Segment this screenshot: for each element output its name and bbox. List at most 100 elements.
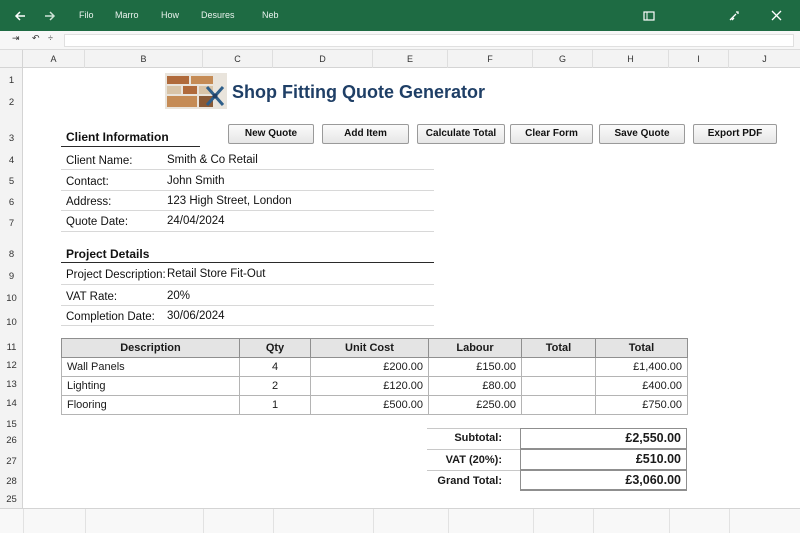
- cell-line-total[interactable]: £750.00: [595, 395, 688, 415]
- row-number[interactable]: 11: [0, 342, 23, 353]
- row-number[interactable]: 3: [0, 133, 23, 144]
- field-rule: [61, 305, 434, 306]
- grand-total-value[interactable]: £3,060.00: [520, 470, 687, 491]
- vat-value[interactable]: £510.00: [520, 449, 687, 470]
- select-all-corner[interactable]: [0, 50, 23, 68]
- address-value[interactable]: 123 High Street, London: [167, 195, 292, 207]
- new-quote-button[interactable]: New Quote: [228, 124, 314, 144]
- cell-line-total[interactable]: £1,400.00: [595, 357, 688, 377]
- cell-labour[interactable]: £250.00: [428, 395, 522, 415]
- cell-unit-cost[interactable]: £120.00: [310, 376, 429, 396]
- row-number[interactable]: 27: [0, 456, 23, 467]
- col-labour[interactable]: Labour: [428, 338, 522, 358]
- row-number[interactable]: 26: [0, 435, 23, 446]
- field-rule: [61, 169, 434, 170]
- clear-form-button[interactable]: Clear Form: [510, 124, 593, 144]
- row-number[interactable]: 10: [0, 317, 23, 328]
- col-total[interactable]: Total: [521, 338, 596, 358]
- subtotal-label: Subtotal:: [454, 432, 502, 444]
- row-number[interactable]: 6: [0, 197, 23, 208]
- menu-neb[interactable]: Neb: [262, 0, 279, 31]
- project-description-value[interactable]: Retail Store Fit-Out: [167, 268, 265, 280]
- restore-button[interactable]: [631, 0, 667, 31]
- row-number[interactable]: 2: [0, 97, 23, 108]
- cell-description[interactable]: Flooring: [61, 395, 240, 415]
- settings-icon: [729, 10, 739, 20]
- client-name-label: Client Name:: [66, 155, 133, 167]
- menu-file[interactable]: Filo: [79, 0, 94, 31]
- table-header-row: Description Qty Unit Cost Labour Total T…: [61, 338, 688, 358]
- column-a[interactable]: A: [23, 50, 85, 68]
- row-number[interactable]: 14: [0, 398, 23, 409]
- column-g[interactable]: G: [533, 50, 593, 68]
- close-button[interactable]: [758, 0, 794, 31]
- field-rule: [61, 231, 434, 232]
- column-c[interactable]: C: [203, 50, 273, 68]
- project-details-heading: Project Details: [66, 247, 150, 261]
- col-unit-cost[interactable]: Unit Cost: [310, 338, 429, 358]
- forward-button[interactable]: [36, 0, 64, 31]
- column-f[interactable]: F: [448, 50, 533, 68]
- col-total-2[interactable]: Total: [595, 338, 688, 358]
- row-number[interactable]: 12: [0, 360, 23, 371]
- cell-labour[interactable]: £150.00: [428, 357, 522, 377]
- project-description-label: Project Description:: [66, 269, 166, 281]
- grand-total-label: Grand Total:: [437, 475, 502, 487]
- vat-rate-label: VAT Rate:: [66, 291, 118, 303]
- formula-input[interactable]: [64, 34, 794, 47]
- cell-unit-cost[interactable]: £500.00: [310, 395, 429, 415]
- row-number[interactable]: 4: [0, 155, 23, 166]
- undo-glyph[interactable]: ↶: [32, 33, 40, 44]
- row-number[interactable]: 7: [0, 218, 23, 229]
- client-name-value[interactable]: Smith & Co Retail: [167, 154, 258, 166]
- cell-qty[interactable]: 2: [239, 376, 311, 396]
- row-number[interactable]: 9: [0, 271, 23, 282]
- back-button[interactable]: [6, 0, 34, 31]
- column-i[interactable]: I: [669, 50, 729, 68]
- column-h[interactable]: H: [593, 50, 669, 68]
- cell-total[interactable]: [521, 357, 596, 377]
- row-number[interactable]: 1: [0, 75, 23, 86]
- contact-value[interactable]: John Smith: [167, 175, 225, 187]
- cell-total[interactable]: [521, 395, 596, 415]
- column-j[interactable]: J: [729, 50, 800, 68]
- cancel-glyph[interactable]: ⇥: [12, 33, 20, 44]
- quote-date-value[interactable]: 24/04/2024: [167, 215, 225, 227]
- row-number[interactable]: 8: [0, 249, 23, 260]
- cell-total[interactable]: [521, 376, 596, 396]
- settings-button[interactable]: [716, 0, 752, 31]
- export-pdf-button[interactable]: Export PDF: [693, 124, 777, 144]
- row-number[interactable]: 28: [0, 476, 23, 487]
- column-b[interactable]: B: [85, 50, 203, 68]
- client-information-heading: Client Information: [66, 130, 169, 144]
- completion-date-value[interactable]: 30/06/2024: [167, 310, 225, 322]
- col-description[interactable]: Description: [61, 338, 240, 358]
- save-quote-button[interactable]: Save Quote: [599, 124, 685, 144]
- cell-line-total[interactable]: £400.00: [595, 376, 688, 396]
- add-item-button[interactable]: Add Item: [322, 124, 409, 144]
- vat-rate-value[interactable]: 20%: [167, 290, 190, 302]
- col-qty[interactable]: Qty: [239, 338, 311, 358]
- column-e[interactable]: E: [373, 50, 448, 68]
- subtotal-value[interactable]: £2,550.00: [520, 428, 687, 449]
- row-number[interactable]: 5: [0, 176, 23, 187]
- row-number[interactable]: 25: [0, 494, 23, 505]
- menu-how[interactable]: How: [161, 0, 179, 31]
- menu-marro[interactable]: Marro: [115, 0, 139, 31]
- cell-qty[interactable]: 4: [239, 357, 311, 377]
- cell-description[interactable]: Wall Panels: [61, 357, 240, 377]
- column-d[interactable]: D: [273, 50, 373, 68]
- function-glyph[interactable]: ÷: [48, 33, 53, 43]
- row-header: 1 2 3 4 5 6 7 8 9 10 10 11 12 13 14 15 2…: [0, 68, 23, 508]
- row-number[interactable]: 13: [0, 379, 23, 390]
- cell-unit-cost[interactable]: £200.00: [310, 357, 429, 377]
- row-number[interactable]: 10: [0, 293, 23, 304]
- cell-labour[interactable]: £80.00: [428, 376, 522, 396]
- calculate-total-button[interactable]: Calculate Total: [417, 124, 505, 144]
- menu-desures[interactable]: Desures: [201, 0, 235, 31]
- cell-qty[interactable]: 1: [239, 395, 311, 415]
- row-number[interactable]: 15: [0, 419, 23, 430]
- quote-date-label: Quote Date:: [66, 216, 129, 228]
- field-rule: [61, 284, 434, 285]
- cell-description[interactable]: Lighting: [61, 376, 240, 396]
